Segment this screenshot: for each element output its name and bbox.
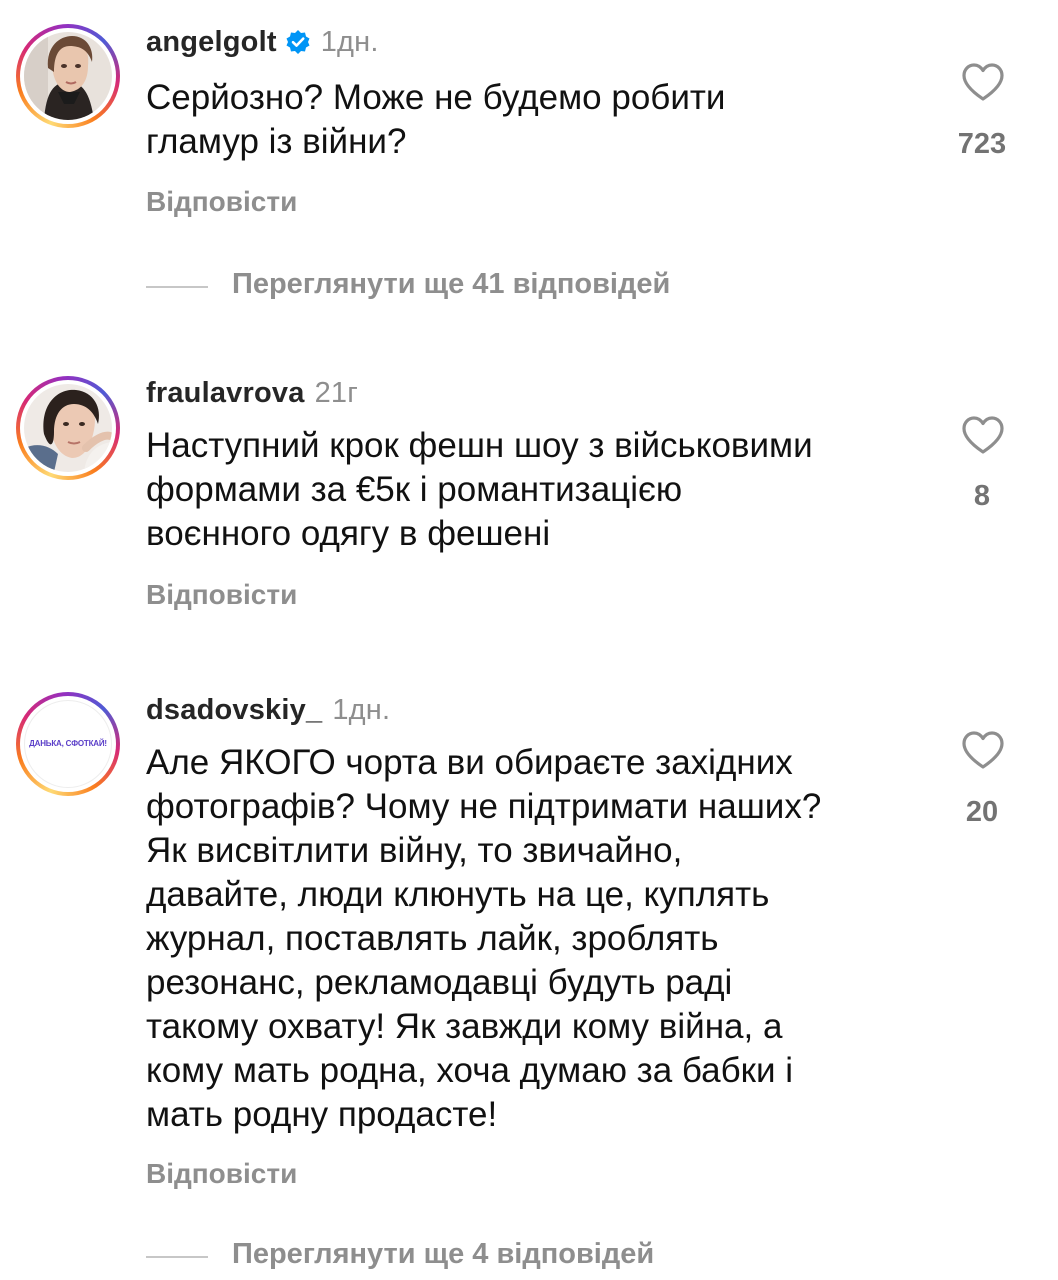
comment-text-line: Як висвітлити війну, то звичайно,: [146, 831, 683, 870]
username[interactable]: fraulavrova: [146, 377, 305, 409]
comment-text-line: мать родну продасте!: [146, 1095, 498, 1134]
reply-button[interactable]: Відповісти: [146, 579, 297, 611]
comment-text: Серйозно? Може не будемо робити гламур і…: [146, 76, 946, 164]
like-count: 8: [973, 480, 991, 512]
reply-button[interactable]: Відповісти: [146, 186, 297, 218]
avatar-logo-text: ДАНЬКА, СФОТКАЙ!: [29, 739, 107, 748]
comment-text-line: резонанс, рекламодавці будуть раді: [146, 963, 733, 1002]
comment-text-line: журнал, поставлять лайк, зроблять: [146, 919, 719, 958]
verified-badge-icon: [285, 29, 311, 63]
view-replies-label: Переглянути ще 41 відповідей: [232, 268, 671, 300]
comment-time: 1дн.: [332, 694, 391, 726]
avatar-angelgolt[interactable]: [16, 24, 120, 128]
comment-text-line: Наступний крок фешн шоу з військовими: [146, 426, 813, 465]
heart-outline-icon: [962, 731, 1004, 769]
heart-outline-icon: [962, 63, 1004, 101]
view-replies-label: Переглянути ще 4 відповідей: [232, 1238, 655, 1270]
comment-text-line: воєнного одягу в фешені: [146, 514, 551, 553]
divider-line: [146, 1256, 208, 1258]
divider-line: [146, 286, 208, 288]
comment-text-line: такому охвату! Як завжди кому війна, а: [146, 1007, 783, 1046]
comment-text-line: фотографів? Чому не підтримати наших?: [146, 787, 822, 826]
comment-header: dsadovskiy_ 1дн.: [146, 694, 390, 727]
avatar-fraulavrova[interactable]: [16, 376, 120, 480]
comment-text: Наступний крок фешн шоу з військовими фо…: [146, 424, 946, 556]
like-count: 20: [965, 796, 999, 828]
comment-header: angelgolt 1дн.: [146, 26, 379, 63]
comment-text-line: Серйозно? Може не будемо робити: [146, 78, 726, 117]
like-button[interactable]: [955, 62, 1011, 102]
comment-text-line: Але ЯКОГО чорта ви обираєте західних: [146, 743, 793, 782]
heart-outline-icon: [962, 416, 1004, 454]
username[interactable]: angelgolt: [146, 26, 277, 58]
comment-time: 21г: [314, 377, 358, 409]
comment-header: fraulavrova 21г: [146, 377, 358, 410]
like-button[interactable]: [955, 415, 1011, 455]
reply-button[interactable]: Відповісти: [146, 1158, 297, 1190]
like-count: 723: [957, 128, 1007, 160]
comment-text-line: кому мать родна, хоча думаю за бабки і: [146, 1051, 794, 1090]
like-button[interactable]: [955, 730, 1011, 770]
comment-text-line: гламур із війни?: [146, 122, 407, 161]
username[interactable]: dsadovskiy_: [146, 694, 322, 726]
comment-time: 1дн.: [320, 26, 379, 58]
avatar-dsadovskiy[interactable]: ДАНЬКА, СФОТКАЙ!: [16, 692, 120, 796]
comment-text-line: формами за €5к і романтизацією: [146, 470, 683, 509]
comment-text: Але ЯКОГО чорта ви обираєте західних фот…: [146, 741, 946, 1137]
comment-text-line: давайте, люди клюнуть на це, куплять: [146, 875, 770, 914]
